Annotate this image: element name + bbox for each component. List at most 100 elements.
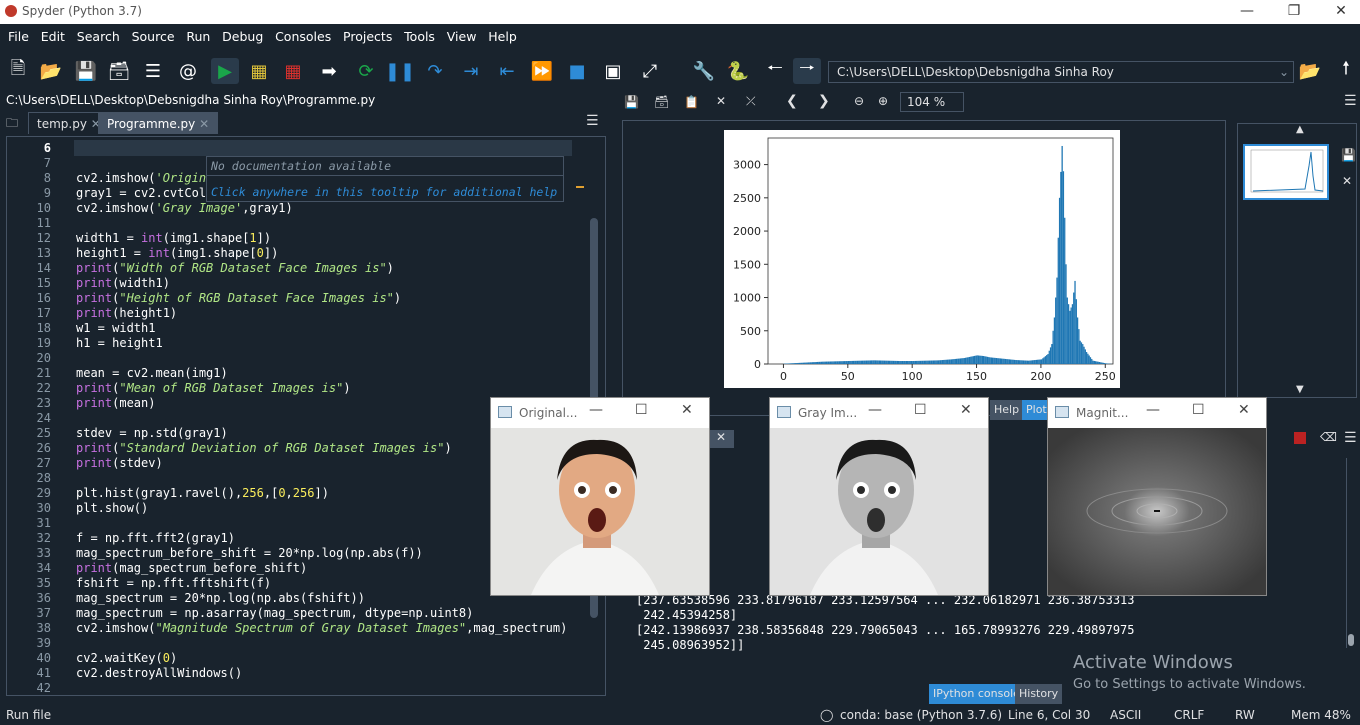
opencv-window-original[interactable]: Original... — ☐ ✕ (490, 397, 710, 596)
options-menu-icon[interactable]: ☰ (1344, 93, 1357, 109)
zoom-in-icon[interactable]: ⊕ (878, 94, 888, 108)
save-all-icon[interactable]: 🗃 (105, 58, 133, 84)
close-all-icon[interactable]: ⤫ (746, 94, 756, 109)
maximize-pane-icon[interactable]: ▣ (599, 58, 627, 84)
menu-consoles[interactable]: Consoles (271, 24, 335, 50)
run-selection-icon[interactable]: ➡ (315, 58, 343, 84)
tab-ipython-console[interactable]: IPython console (929, 684, 1024, 704)
close-icon[interactable]: ✕ (708, 430, 734, 448)
opencv-window-gray[interactable]: Gray Im... — ☐ ✕ (769, 397, 989, 596)
eraser-icon[interactable]: ⌫ (1320, 430, 1337, 444)
calltip-tooltip[interactable]: No documentation available Click anywher… (206, 156, 564, 202)
next-plot-icon[interactable]: ❯ (818, 93, 830, 109)
histogram-bar (988, 357, 990, 364)
tab-help[interactable]: Help (990, 400, 1024, 420)
opencv-window-magnitude[interactable]: Magnit... — ☐ ✕ (1047, 397, 1267, 596)
list-icon[interactable]: ☰ (139, 58, 167, 84)
open-file-icon[interactable]: 📂 (37, 58, 65, 84)
stop-icon[interactable]: ■ (563, 58, 591, 84)
close-icon[interactable]: ✕ (681, 402, 693, 418)
minimize-icon[interactable]: — (868, 402, 882, 418)
menu-search[interactable]: Search (73, 24, 124, 50)
minimize-button[interactable]: — (1224, 0, 1270, 24)
at-icon[interactable]: @ (174, 58, 202, 84)
tab-programme[interactable]: Programme.py ✕ (98, 112, 219, 134)
histogram-bar (819, 361, 821, 364)
maximize-icon[interactable]: ☐ (1192, 402, 1205, 418)
menu-projects[interactable]: Projects (339, 24, 396, 50)
rerun-icon[interactable]: ⟳ (352, 58, 380, 84)
working-directory-combo[interactable]: C:\Users\DELL\Desktop\Debsnigdha Sinha R… (828, 61, 1294, 83)
warning-marker (576, 186, 584, 188)
maximize-icon[interactable]: ☐ (914, 402, 927, 418)
step-return-icon[interactable]: ⇤ (493, 58, 521, 84)
forward-arrow-icon[interactable]: 🠒 (793, 58, 821, 84)
save-all-plots-icon[interactable]: 🗃 (654, 95, 669, 109)
browse-folder-icon[interactable]: 📂 (1296, 58, 1324, 84)
zoom-level[interactable]: 104 % (900, 92, 964, 112)
histogram-bar (943, 359, 945, 364)
options-menu-icon[interactable]: ☰ (586, 113, 599, 129)
histogram-bar (1060, 171, 1062, 364)
minimize-icon[interactable]: — (589, 402, 603, 418)
back-arrow-icon[interactable]: 🠐 (761, 58, 789, 84)
menu-source[interactable]: Source (128, 24, 179, 50)
debug-icon[interactable]: ❚❚ (385, 58, 415, 84)
close-icon[interactable]: ✕ (716, 94, 726, 108)
previous-plot-icon[interactable]: ❮ (786, 93, 798, 109)
step-icon[interactable]: ↷ (421, 58, 449, 84)
step-into-icon[interactable]: ⇥ (457, 58, 485, 84)
minimize-icon[interactable]: — (1146, 402, 1160, 418)
menu-debug[interactable]: Debug (218, 24, 267, 50)
console-scrollbar[interactable] (1346, 458, 1354, 648)
close-icon[interactable]: ✕ (1342, 174, 1352, 188)
scroll-up-icon[interactable]: ▲ (1296, 124, 1304, 135)
run-icon[interactable]: ▶ (211, 58, 239, 84)
histogram-bar (1043, 357, 1045, 364)
close-icon[interactable]: ✕ (960, 402, 972, 418)
code-line: print("Standard Deviation of RGB Dataset… (76, 441, 452, 455)
browse-tabs-icon[interactable]: 🗀 (6, 114, 18, 135)
new-file-icon[interactable]: 🗎 (4, 58, 32, 84)
save-plot-icon[interactable]: 💾 (624, 95, 639, 109)
menu-file[interactable]: File (4, 24, 33, 50)
copy-plot-icon[interactable]: 📋 (684, 95, 699, 109)
menu-tools[interactable]: Tools (400, 24, 439, 50)
close-icon[interactable]: ✕ (1238, 402, 1250, 418)
menu-view[interactable]: View (443, 24, 481, 50)
histogram-bar (931, 360, 933, 364)
interrupt-stop-icon[interactable] (1294, 432, 1306, 444)
menu-help[interactable]: Help (484, 24, 521, 50)
continue-icon[interactable]: ⏩ (528, 58, 556, 84)
close-icon[interactable]: ✕ (199, 117, 209, 131)
save-icon[interactable]: 💾 (1341, 148, 1356, 162)
tooltip-help-link[interactable]: Click anywhere in this tooltip for addit… (211, 185, 557, 199)
save-icon[interactable]: 💾 (72, 58, 100, 84)
scroll-down-icon[interactable]: ▼ (1296, 384, 1304, 395)
histogram-bar (1033, 360, 1035, 364)
parent-dir-icon[interactable]: 🠕 (1332, 58, 1360, 84)
run-cell-advance-icon[interactable]: ▦ (279, 58, 307, 84)
preferences-wrench-icon[interactable]: 🔧 (690, 58, 718, 84)
maximize-icon[interactable]: ☐ (635, 402, 648, 418)
close-button[interactable]: ✕ (1318, 0, 1360, 24)
histogram-bar (820, 361, 823, 364)
fullscreen-icon[interactable]: ⤢ (636, 58, 664, 84)
histogram-bar (869, 360, 871, 364)
menu-run[interactable]: Run (182, 24, 214, 50)
line-number: 22 (36, 381, 51, 395)
window-icon (1055, 406, 1069, 418)
python-path-icon[interactable]: 🐍 (724, 58, 752, 84)
plot-thumbnail[interactable] (1243, 144, 1329, 200)
status-conda[interactable]: conda: base (Python 3.7.6) (840, 708, 1002, 722)
window-title: Spyder (Python 3.7) (22, 4, 142, 18)
histogram-bar (823, 361, 825, 364)
histogram-bar (1053, 317, 1056, 364)
run-cell-icon[interactable]: ▦ (245, 58, 273, 84)
menu-edit[interactable]: Edit (37, 24, 69, 50)
restore-button[interactable]: ❐ (1271, 0, 1317, 24)
tab-history[interactable]: History (1015, 684, 1063, 704)
options-menu-icon[interactable]: ☰ (1344, 430, 1357, 446)
line-number: 35 (36, 576, 51, 590)
zoom-out-icon[interactable]: ⊖ (854, 94, 864, 108)
